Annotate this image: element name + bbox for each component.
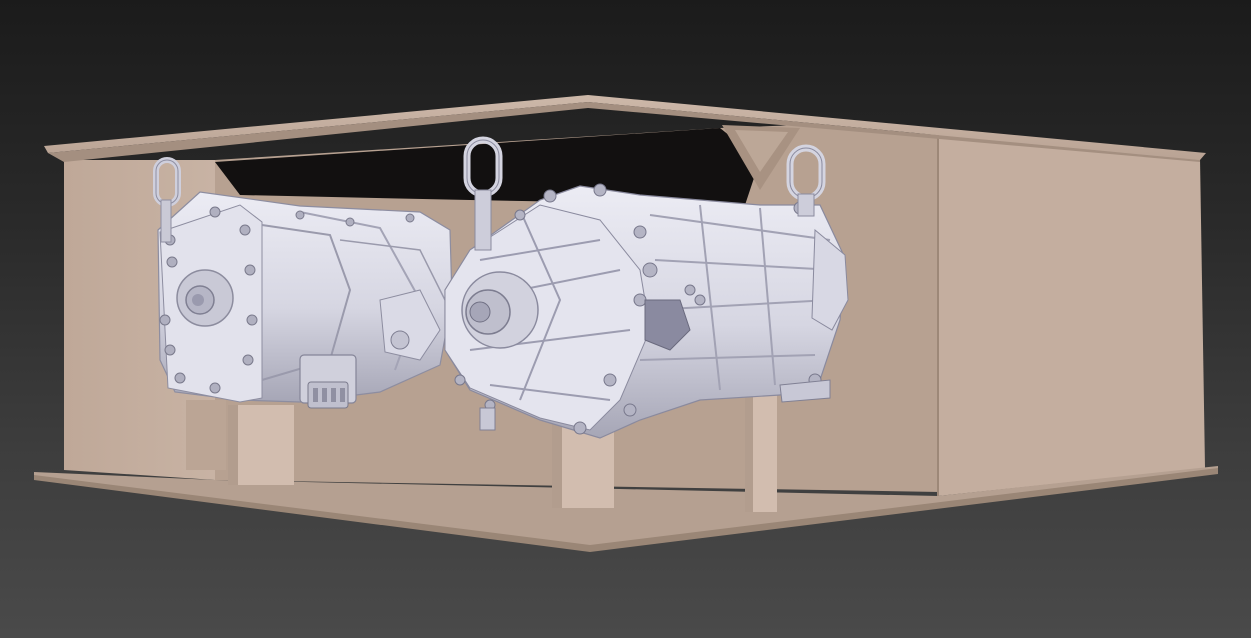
bracket-boss	[390, 330, 410, 350]
support-block-shade	[745, 380, 753, 512]
scene-render[interactable]	[0, 0, 1251, 638]
mounting-lug	[479, 407, 496, 431]
shaft-spline	[469, 301, 491, 323]
shaft-center	[192, 294, 204, 306]
gearbox-housing-left[interactable]	[157, 191, 453, 409]
support-block-back	[186, 400, 226, 470]
support-block-shade	[228, 405, 238, 485]
3d-viewport[interactable]	[0, 0, 1251, 638]
crate-right-wall	[938, 132, 1205, 496]
